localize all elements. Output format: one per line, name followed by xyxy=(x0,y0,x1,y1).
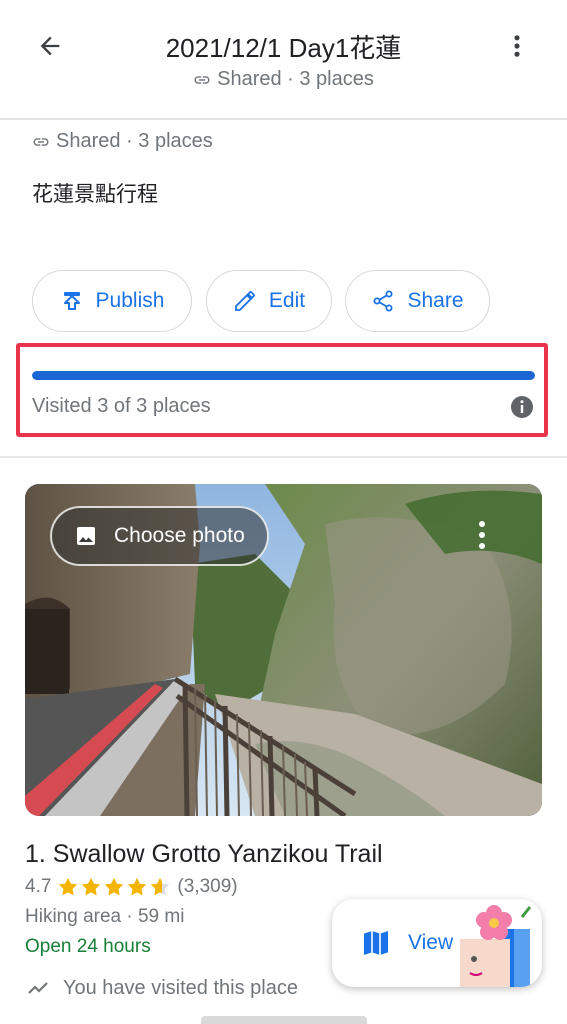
shared-text: Shared · 3 places xyxy=(56,130,213,152)
choose-photo-button[interactable]: Choose photo xyxy=(50,506,269,566)
bottom-sheet-handle[interactable] xyxy=(201,1016,367,1024)
rating-row: 4.7 (3,309) xyxy=(25,876,238,898)
link-icon xyxy=(33,137,49,146)
progress-track xyxy=(32,371,535,380)
mascot-sticker xyxy=(460,905,532,987)
visited-note: You have visited this place xyxy=(27,976,298,1000)
edit-label: Edit xyxy=(268,289,306,312)
star-icon xyxy=(82,877,101,896)
more-vert-icon xyxy=(514,35,520,57)
visited-note-text: You have visited this place xyxy=(63,976,298,999)
image-icon xyxy=(77,527,95,545)
view-map-button[interactable]: View xyxy=(332,899,542,987)
map-icon xyxy=(364,931,388,955)
review-count[interactable]: (3,309) xyxy=(177,876,237,898)
more-options-button[interactable] xyxy=(497,26,537,66)
place-photo[interactable]: Choose photo xyxy=(25,484,542,816)
link-icon xyxy=(194,75,210,84)
share-button[interactable]: Share xyxy=(345,270,490,332)
share-label: Share xyxy=(407,289,464,312)
star-rating xyxy=(57,876,171,898)
share-icon xyxy=(373,290,393,312)
publish-icon xyxy=(63,292,80,310)
edit-button[interactable]: Edit xyxy=(206,270,332,332)
choose-photo-label: Choose photo xyxy=(114,524,245,547)
page-title: 2021/12/1 Day1花蓮 xyxy=(165,33,402,63)
visited-progress-box: Visited 3 of 3 places xyxy=(16,343,548,437)
view-label: View xyxy=(408,931,454,954)
star-icon xyxy=(59,877,78,896)
back-button[interactable] xyxy=(30,26,70,66)
trending-icon xyxy=(28,982,48,994)
publish-label: Publish xyxy=(95,289,165,312)
star-icon xyxy=(105,877,124,896)
rating-value: 4.7 xyxy=(25,876,52,897)
list-description: 花蓮景點行程 xyxy=(32,183,158,206)
half-star-icon xyxy=(151,877,170,896)
pencil-icon xyxy=(235,291,255,311)
place-title[interactable]: 1. Swallow Grotto Yanzikou Trail xyxy=(25,840,383,869)
photo-more-button[interactable] xyxy=(472,518,492,552)
more-vert-icon xyxy=(479,521,485,549)
top-app-bar: 2021/12/1 Day1花蓮 Shared · 3 places xyxy=(0,0,567,120)
publish-button[interactable]: Publish xyxy=(32,270,192,332)
progress-label: Visited 3 of 3 places xyxy=(32,395,211,417)
info-icon[interactable] xyxy=(510,395,534,419)
arrow-back-icon xyxy=(40,36,60,56)
section-divider xyxy=(0,456,567,458)
category-distance: Hiking area · 59 mi xyxy=(25,906,185,927)
subtitle-text: Shared · 3 places xyxy=(217,68,374,90)
open-hours: Open 24 hours xyxy=(25,936,151,957)
page-subtitle: Shared · 3 places xyxy=(90,68,477,91)
star-icon xyxy=(128,877,147,896)
progress-fill xyxy=(32,371,535,380)
shared-meta: Shared · 3 places xyxy=(32,130,213,153)
